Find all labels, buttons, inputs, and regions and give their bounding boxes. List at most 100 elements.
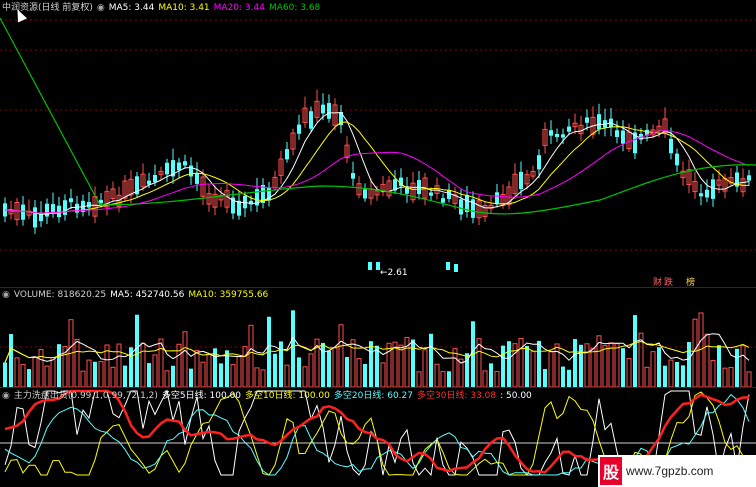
line20-readout: 多空20日线: 60.27 xyxy=(333,391,413,401)
candle-body xyxy=(621,130,625,144)
volume-bar xyxy=(164,370,170,387)
volume-bar xyxy=(248,324,254,387)
volume-bar xyxy=(363,363,367,387)
volume-bar xyxy=(242,346,248,387)
volume-bar xyxy=(332,347,338,387)
volume-bar xyxy=(614,343,620,387)
ma20-readout: MA20: 3.44 xyxy=(213,3,265,13)
candle-body xyxy=(75,203,79,213)
volume-bar xyxy=(219,363,223,387)
volume-bar xyxy=(675,362,679,387)
volume-bar xyxy=(548,351,554,387)
level-readout: : 50.00 xyxy=(500,391,532,401)
indicator-chart-panel[interactable]: ◉ 主力洗盘出货(0.99,1,0.99,72,1,2) 多空5日线: 100.… xyxy=(0,388,756,487)
indicator-name: 主力洗盘出货(0.99,1,0.99,72,1,2) xyxy=(13,391,158,401)
volume-bar xyxy=(411,339,415,387)
candle-body xyxy=(57,205,61,218)
ma10-readout: MA10: 3.41 xyxy=(158,3,210,13)
volume-bar xyxy=(140,342,146,387)
candle-body xyxy=(363,189,367,199)
settings-icon[interactable]: ◉ xyxy=(97,2,105,14)
volume-bar xyxy=(561,366,565,387)
volume-bar xyxy=(273,353,277,387)
volume-bar xyxy=(429,333,433,387)
volume-bar xyxy=(584,343,590,387)
candle-body xyxy=(495,192,499,205)
volume-bar xyxy=(621,348,625,387)
settings-icon[interactable]: ◉ xyxy=(2,289,10,301)
logo-mark: 股 xyxy=(600,457,622,485)
candle-body xyxy=(33,207,37,228)
candle-body xyxy=(459,199,463,215)
volume-bar xyxy=(525,346,529,387)
volume-bar xyxy=(657,347,661,387)
volume-bar xyxy=(14,357,20,387)
candle-body xyxy=(321,104,325,114)
candle-body xyxy=(441,198,445,203)
volume-bar xyxy=(608,342,614,387)
candle-body xyxy=(537,155,541,170)
volume-bar xyxy=(668,359,674,387)
volume-bar xyxy=(728,366,734,387)
volume-bar xyxy=(644,366,650,387)
vol-ma5-readout: MA5: 452740.56 xyxy=(110,290,185,300)
volume-bar xyxy=(717,345,721,387)
candle-body xyxy=(615,130,619,137)
volume-readout: VOLUME: 818620.25 xyxy=(13,290,107,300)
volume-bar xyxy=(704,333,710,387)
volume-bar xyxy=(302,366,308,387)
volume-bar xyxy=(356,358,362,387)
volume-bar xyxy=(489,363,493,387)
volume-bar xyxy=(573,339,577,387)
candle-body xyxy=(165,162,169,175)
watermark-logo: 股 www.7gpzb.com xyxy=(598,455,756,487)
settings-icon[interactable]: ◉ xyxy=(2,390,10,402)
volume-bar xyxy=(321,342,325,387)
volume-bar xyxy=(518,337,524,387)
volume-bar xyxy=(9,334,13,387)
line30-readout: 多空30日线: 33.08 xyxy=(417,391,497,401)
candlestick-chart[interactable] xyxy=(0,0,756,287)
volume-bar xyxy=(3,362,7,387)
volume-bar xyxy=(200,361,206,387)
volume-bar xyxy=(543,369,547,387)
candle-body xyxy=(63,200,67,215)
volume-bars[interactable] xyxy=(0,287,756,387)
volume-bar xyxy=(579,344,583,387)
volume-bar xyxy=(32,356,38,387)
volume-bar xyxy=(369,341,373,387)
candle-body xyxy=(567,126,571,132)
candle-body xyxy=(45,203,49,217)
low-price-label: ←2.61 xyxy=(380,268,408,278)
volume-chart-panel[interactable]: ◉ VOLUME: 818620.25 MA5: 452740.56 MA10:… xyxy=(0,287,756,387)
volume-bar xyxy=(735,348,739,387)
volume-bar xyxy=(20,363,26,387)
volume-bar xyxy=(123,365,127,387)
candle-body xyxy=(195,173,199,184)
candle-body xyxy=(87,202,91,208)
candle-body xyxy=(549,130,553,136)
volume-bar xyxy=(135,314,139,387)
volume-bar xyxy=(57,344,61,387)
volume-bar xyxy=(182,331,188,387)
volume-bar xyxy=(80,370,86,387)
volume-bar xyxy=(38,349,44,387)
candle-body xyxy=(454,264,458,272)
volume-bar xyxy=(147,363,151,387)
candle-body xyxy=(561,134,565,138)
volume-bar xyxy=(308,353,314,387)
volume-bar xyxy=(692,318,698,387)
volume-bar xyxy=(327,350,331,387)
price-chart-panel[interactable]: 中润资源(日线 前复权) ◉ MA5: 3.44 MA10: 3.41 MA20… xyxy=(0,0,756,288)
candle-body xyxy=(69,198,73,203)
volume-bar xyxy=(440,371,446,387)
volume-bar xyxy=(260,369,266,387)
volume-bar xyxy=(434,363,440,387)
candle-body xyxy=(99,199,103,204)
volume-bar xyxy=(27,369,31,387)
volume-bar xyxy=(279,341,283,387)
volume-bar xyxy=(206,354,212,387)
volume-bar xyxy=(194,349,200,387)
volume-bar xyxy=(530,351,536,387)
candle-body xyxy=(585,117,589,123)
